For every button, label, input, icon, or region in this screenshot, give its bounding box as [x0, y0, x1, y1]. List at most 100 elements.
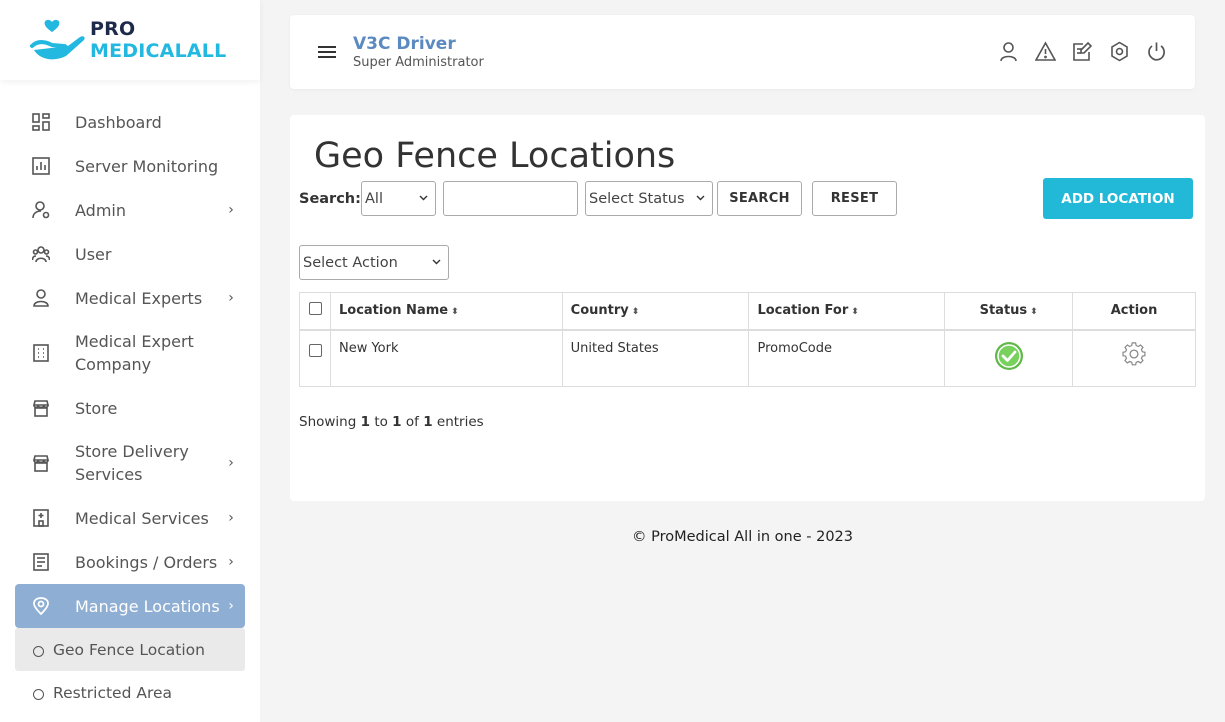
sidebar-subitem-restricted-area[interactable]: Restricted Area [15, 671, 245, 714]
status-select-value: Select Status [589, 190, 685, 207]
top-header: V3C Driver Super Administrator [290, 15, 1195, 89]
select-all-checkbox[interactable] [309, 302, 322, 316]
sidebar-item-manage-locations[interactable]: Manage Locations › [15, 584, 245, 628]
search-scope-select[interactable]: All [361, 181, 436, 216]
showing-to-word: to [374, 414, 388, 430]
profile-icon[interactable] [998, 41, 1019, 62]
page-title: Geo Fence Locations [314, 136, 676, 176]
sidebar-item-label: Bookings / Orders [75, 552, 218, 572]
location-icon [29, 594, 53, 618]
footer-copyright: © ProMedical All in one - 2023 [631, 529, 854, 545]
showing-of-word: of [405, 414, 419, 430]
sidebar-subitem-label: Restricted Area [53, 683, 173, 702]
status-select[interactable]: Select Status [585, 181, 713, 216]
main-content-card: Geo Fence Locations Search: All Select S… [290, 115, 1205, 501]
circle-icon [33, 646, 44, 657]
search-scope-value: All [365, 190, 383, 207]
settings-icon[interactable] [1109, 41, 1130, 62]
chevron-right-icon: › [228, 290, 234, 306]
sidebar-item-admin[interactable]: Admin › [15, 188, 245, 232]
sidebar-subitem-label: Geo Fence Location [53, 640, 205, 659]
sort-icon: ⬍ [451, 307, 459, 318]
sidebar-item-server-monitoring[interactable]: Server Monitoring [15, 144, 245, 188]
store-icon [29, 396, 53, 420]
sidebar-item-dashboard[interactable]: Dashboard [15, 100, 245, 144]
sort-icon: ⬍ [851, 307, 859, 318]
row-checkbox[interactable] [309, 343, 322, 357]
header-actions [998, 41, 1167, 62]
row-select-cell [299, 329, 331, 387]
hospital-icon [29, 506, 53, 530]
sidebar-item-store[interactable]: Store [15, 386, 245, 430]
bulk-action-value: Select Action [303, 254, 398, 271]
chart-icon [29, 154, 53, 178]
showing-suffix: entries [436, 414, 484, 430]
brand-name-part1: PRO [90, 18, 136, 40]
sidebar-item-user[interactable]: User [15, 232, 245, 276]
status-active-icon[interactable] [994, 341, 1024, 371]
sidebar-item-medical-services[interactable]: Medical Services › [15, 496, 245, 540]
chevron-down-icon [419, 195, 428, 201]
chevron-right-icon: › [228, 510, 234, 526]
brand-name-part2: MEDICALALL [90, 40, 227, 62]
bulk-action-select[interactable]: Select Action [299, 245, 449, 280]
column-header-action: Action [1072, 292, 1196, 331]
power-icon[interactable] [1146, 41, 1167, 62]
add-location-button[interactable]: ADD LOCATION [1043, 178, 1193, 219]
column-header-label: Country [570, 303, 629, 319]
cell-status [944, 329, 1074, 387]
gear-icon[interactable] [1121, 341, 1147, 367]
pagination-info: Showing 1 to 1 of 1 entries [299, 414, 484, 430]
column-header-label: Location Name [338, 303, 449, 319]
chevron-right-icon: › [228, 598, 234, 614]
table-row: New York United States PromoCode [299, 329, 1196, 387]
column-header-country[interactable]: Country ⬍ [561, 292, 750, 331]
showing-from: 1 [360, 414, 371, 430]
search-button[interactable]: SEARCH [717, 181, 802, 216]
cell-location-for: PromoCode [748, 329, 946, 387]
sidebar-item-medical-expert-company[interactable]: Medical Expert Company [15, 320, 245, 386]
sidebar-item-medical-experts[interactable]: Medical Experts › [15, 276, 245, 320]
search-input[interactable] [443, 181, 578, 216]
cell-country: United States [561, 329, 750, 387]
brand-logo[interactable]: PRO MEDICALALL [0, 0, 260, 80]
menu-toggle-icon[interactable] [318, 46, 336, 58]
chevron-right-icon: › [228, 455, 234, 471]
dashboard-icon [29, 110, 53, 134]
select-all-cell [299, 292, 331, 331]
column-header-status[interactable]: Status ⬍ [944, 292, 1074, 331]
search-label: Search: [299, 191, 361, 207]
sidebar-item-bookings-orders[interactable]: Bookings / Orders › [15, 540, 245, 584]
chevron-down-icon [696, 195, 705, 201]
column-header-label: Action [1110, 303, 1158, 319]
sidebar-item-label: Admin [75, 200, 126, 220]
table-header-row: Location Name ⬍ Country ⬍ Location For ⬍ St… [299, 292, 1196, 331]
sort-icon: ⬍ [631, 307, 640, 318]
sidebar-subitem-geo-fence-location[interactable]: Geo Fence Location [15, 628, 245, 671]
column-header-location-name[interactable]: Location Name ⬍ [329, 292, 563, 331]
sort-icon: ⬍ [1030, 307, 1038, 318]
column-header-label: Status [979, 303, 1028, 319]
circle-icon [33, 689, 44, 700]
sidebar-item-store-delivery-services[interactable]: Store Delivery Services › [15, 430, 245, 496]
column-header-location-for[interactable]: Location For ⬍ [748, 292, 946, 331]
sidebar-item-label: Medical Expert Company [75, 332, 194, 374]
building-icon [29, 341, 53, 365]
chevron-right-icon: › [228, 554, 234, 570]
reset-button[interactable]: RESET [812, 181, 897, 216]
column-header-label: Location For [757, 303, 849, 319]
sidebar-item-label: Store [75, 398, 118, 418]
cell-location-name: New York [329, 329, 563, 387]
showing-total: 1 [423, 414, 433, 430]
admin-icon [29, 198, 53, 222]
chevron-right-icon: › [228, 202, 234, 218]
brand-name: PRO MEDICALALL [90, 18, 260, 62]
user-role: Super Administrator [353, 55, 484, 70]
sidebar-item-label: Dashboard [75, 112, 162, 132]
edit-icon[interactable] [1072, 41, 1093, 62]
chevron-down-icon [432, 259, 441, 265]
locations-table: Location Name ⬍ Country ⬍ Location For ⬍ St… [299, 292, 1196, 387]
sidebar-item-label: Medical Experts [75, 288, 203, 308]
user-name: V3C Driver [353, 34, 456, 54]
alert-icon[interactable] [1034, 41, 1057, 62]
